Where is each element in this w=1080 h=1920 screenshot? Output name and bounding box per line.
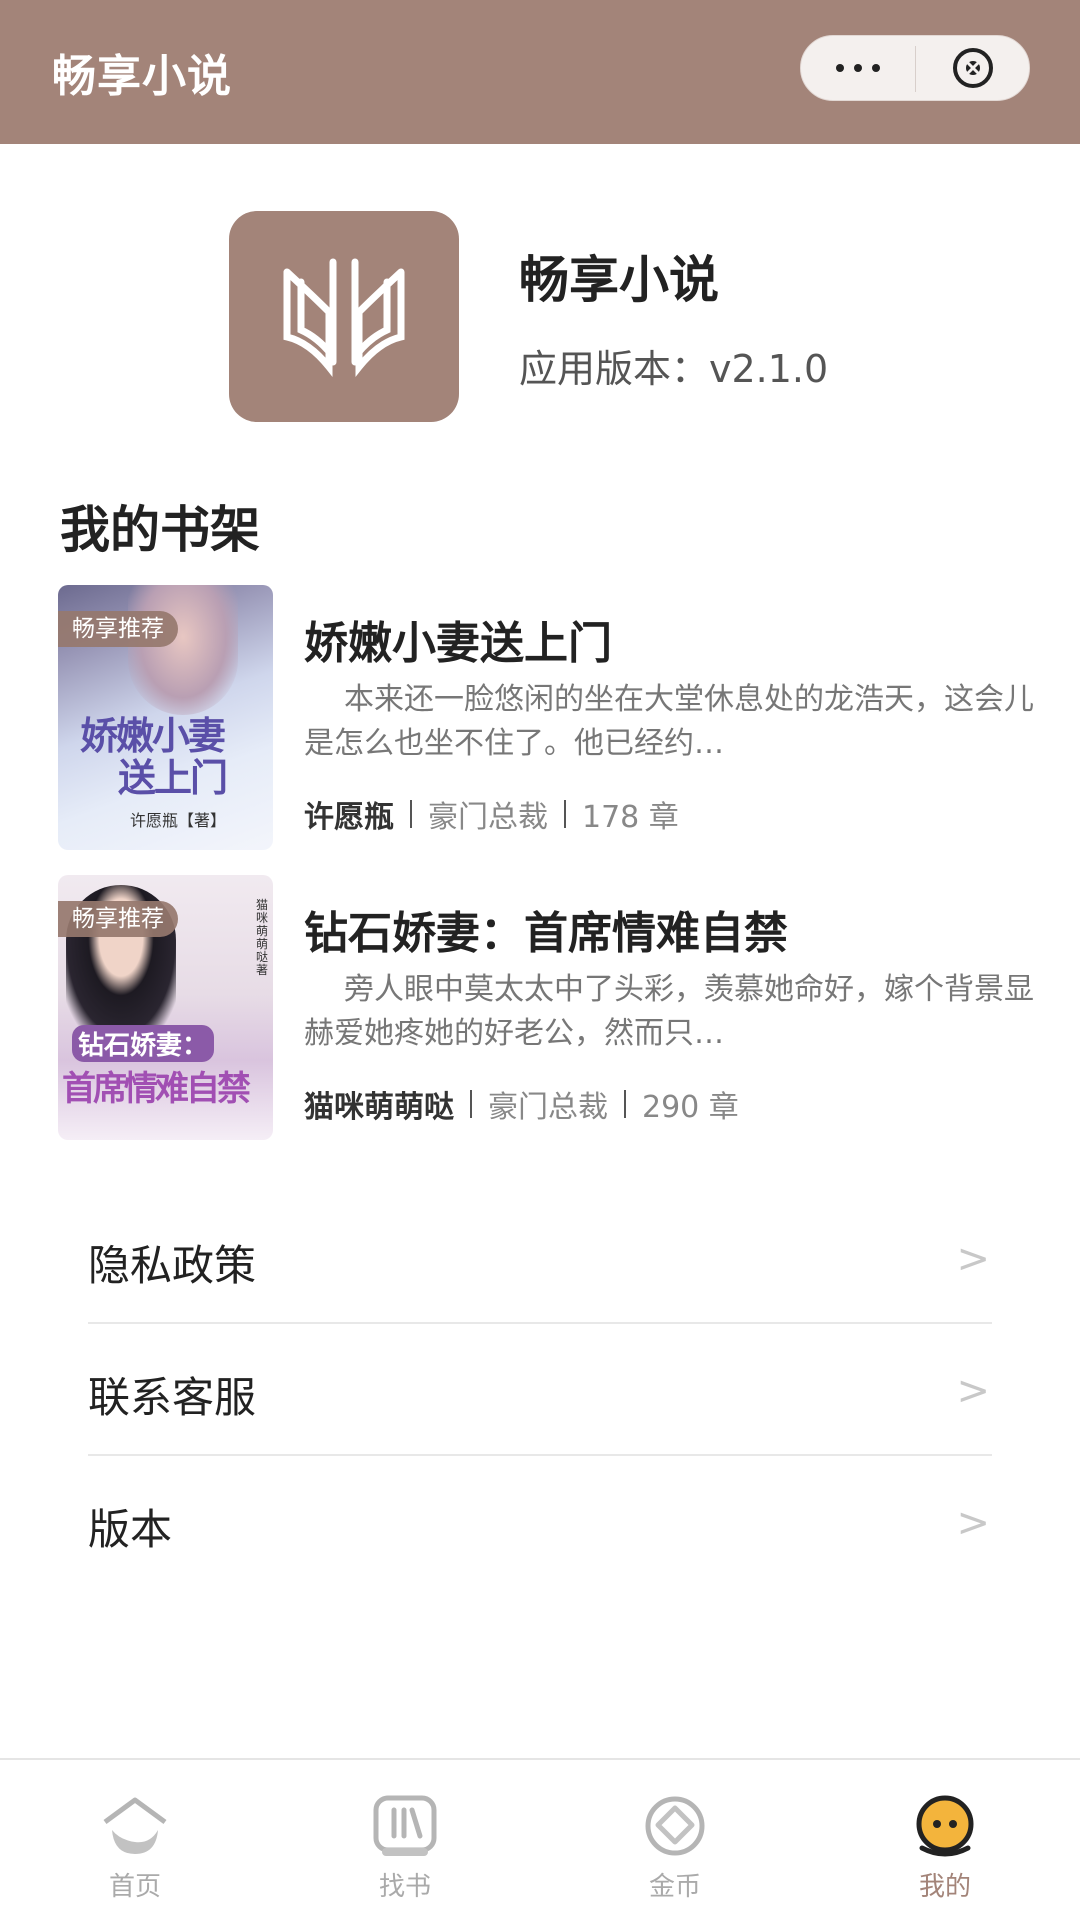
book-cover: 猫咪萌萌哒 著 畅享推荐 钻石娇妻： 首席情难自禁 <box>58 875 273 1140</box>
book-title: 钻石娇妻：首席情难自禁 <box>304 908 788 959</box>
tab-label: 我的 <box>918 1872 971 1902</box>
tab-label: 找书 <box>378 1872 431 1902</box>
mini-program-capsule <box>800 35 1030 101</box>
menu-item-privacy-policy[interactable]: 隐私政策 > <box>88 1192 992 1324</box>
book-author: 许愿瓶 <box>304 800 394 835</box>
more-dot-icon <box>836 64 844 72</box>
version-value: v2.1.0 <box>709 347 829 391</box>
close-circle-icon <box>953 48 993 88</box>
meta-separator <box>410 800 412 828</box>
meta-separator <box>624 1090 626 1118</box>
chevron-right-icon: > <box>956 1500 990 1546</box>
tab-label: 金币 <box>648 1872 701 1902</box>
tab-find-books[interactable]: 找书 <box>270 1760 540 1920</box>
book-cover: 畅享推荐 娇嫩小妻 送上门 许愿瓶【著】 <box>58 585 273 850</box>
close-button[interactable] <box>916 36 1030 100</box>
menu-item-label: 隐私政策 <box>88 1241 257 1290</box>
app-name: 畅享小说 <box>519 251 719 309</box>
book-logo-icon <box>283 258 405 377</box>
app-version: 应用版本：v2.1.0 <box>519 338 828 393</box>
menu-item-contact-support[interactable]: 联系客服 > <box>88 1324 992 1456</box>
more-dot-icon <box>854 64 862 72</box>
books-icon <box>373 1795 437 1856</box>
cover-figure <box>128 585 238 715</box>
book-author: 猫咪萌萌哒 <box>304 1090 454 1125</box>
recommend-badge: 畅享推荐 <box>58 901 178 937</box>
tab-home[interactable]: 首页 <box>0 1760 270 1920</box>
home-icon <box>103 1797 167 1854</box>
book-meta: 许愿瓶 豪门总裁 178 章 <box>304 792 679 836</box>
app-logo <box>229 211 459 422</box>
recommend-badge: 畅享推荐 <box>58 611 178 647</box>
cover-author-text: 猫咪萌萌哒 著 <box>256 898 269 977</box>
menu-item-label: 联系客服 <box>88 1373 257 1422</box>
book-chapters: 290 章 <box>642 1090 739 1125</box>
book-category: 豪门总裁 <box>488 1090 608 1125</box>
book-item[interactable]: 猫咪萌萌哒 著 畅享推荐 钻石娇妻： 首席情难自禁 钻石娇妻：首席情难自禁 旁人… <box>58 875 1034 1140</box>
chevron-right-icon: > <box>956 1236 990 1282</box>
cover-title-text: 首席情难自禁 <box>62 1069 251 1109</box>
menu-item-label: 版本 <box>88 1505 173 1554</box>
bottom-tab-bar: 首页 找书 金币 我的 <box>0 1758 1080 1920</box>
cover-author-text: 许愿瓶【著】 <box>130 811 227 830</box>
profile-icon <box>916 1795 974 1857</box>
tab-mine[interactable]: 我的 <box>810 1760 1080 1920</box>
top-bar: 畅享小说 <box>0 0 1080 144</box>
tab-label: 首页 <box>108 1872 161 1902</box>
book-chapters: 178 章 <box>582 800 679 835</box>
chevron-right-icon: > <box>956 1368 990 1414</box>
menu-item-version[interactable]: 版本 > <box>88 1456 992 1588</box>
more-button[interactable] <box>801 36 915 100</box>
meta-separator <box>470 1090 472 1118</box>
tab-coins[interactable]: 金币 <box>540 1760 810 1920</box>
book-title: 娇嫩小妻送上门 <box>304 618 612 669</box>
page-title: 畅享小说 <box>52 51 232 102</box>
book-item[interactable]: 畅享推荐 娇嫩小妻 送上门 许愿瓶【著】 娇嫩小妻送上门 本来还一脸悠闲的坐在大… <box>58 585 1034 850</box>
more-dot-icon <box>872 64 880 72</box>
bookshelf-title: 我的书架 <box>60 501 260 559</box>
coin-icon <box>645 1796 705 1856</box>
cover-title-text: 钻石娇妻： <box>72 1025 215 1062</box>
book-meta: 猫咪萌萌哒 豪门总裁 290 章 <box>304 1082 739 1126</box>
book-description: 旁人眼中莫太太中了头彩，羡慕她命好，嫁个背景显赫爱她疼她的好老公，然而只… <box>304 972 1034 1051</box>
version-label: 应用版本： <box>519 347 710 391</box>
book-description: 本来还一脸悠闲的坐在大堂休息处的龙浩天，这会儿是怎么也坐不住了。他已经约… <box>304 682 1034 761</box>
book-category: 豪门总裁 <box>428 800 548 835</box>
meta-separator <box>564 800 566 828</box>
cover-title-text: 送上门 <box>118 755 228 800</box>
